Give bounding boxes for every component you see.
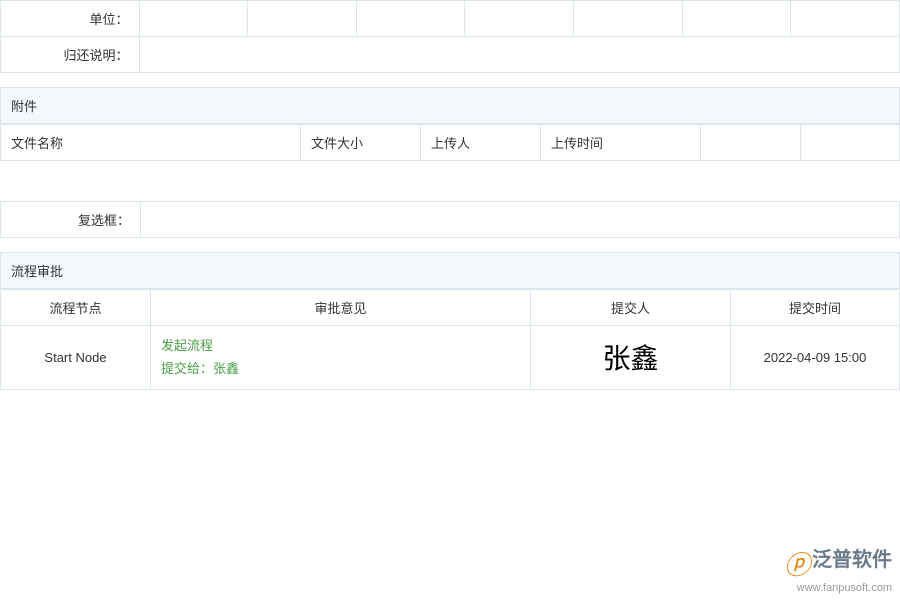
brand-text: 泛普软件 xyxy=(812,549,892,571)
gap xyxy=(0,238,900,252)
watermark-brand: ⓟ泛普软件 xyxy=(784,543,892,582)
approval-submit-to: 提交给：张鑫 xyxy=(161,357,520,380)
approval-title: 流程审批 xyxy=(0,252,900,289)
opinion-cell: 发起流程 提交给：张鑫 xyxy=(151,326,531,390)
unit-cell-4 xyxy=(465,1,574,37)
checkbox-label: 复选框： xyxy=(1,202,141,238)
checkbox-table: 复选框： xyxy=(0,201,900,238)
submit-time-value: 2022-04-09 15:00 xyxy=(731,326,900,390)
unit-cell-6 xyxy=(682,1,791,37)
unit-cell-7 xyxy=(791,1,900,37)
brand-icon: ⓟ xyxy=(784,545,810,582)
col-submit-time: 提交时间 xyxy=(731,290,900,326)
watermark: ⓟ泛普软件 www.fanpusoft.com xyxy=(784,543,892,594)
return-desc-value[interactable] xyxy=(139,37,899,73)
form-table: 单位： 归还说明： xyxy=(0,0,900,73)
col-submitter: 提交人 xyxy=(531,290,731,326)
submitter-cell: 张鑫 xyxy=(531,326,731,390)
col-action-2 xyxy=(800,125,900,161)
submit-to-label: 提交给： xyxy=(161,361,213,376)
approval-action: 发起流程 xyxy=(161,334,520,357)
col-action-1 xyxy=(701,125,801,161)
col-opinion: 审批意见 xyxy=(151,290,531,326)
table-row: Start Node 发起流程 提交给：张鑫 张鑫 2022-04-09 15:… xyxy=(1,326,900,390)
gap xyxy=(0,161,900,201)
col-size: 文件大小 xyxy=(301,125,421,161)
unit-cell-3 xyxy=(356,1,465,37)
unit-cell-2 xyxy=(248,1,357,37)
return-desc-label: 归还说明： xyxy=(1,37,140,73)
approval-table: 流程节点 审批意见 提交人 提交时间 Start Node 发起流程 提交给：张… xyxy=(0,289,900,390)
unit-cell-1 xyxy=(139,1,248,37)
attachments-table: 文件名称 文件大小 上传人 上传时间 xyxy=(0,124,900,161)
node-value: Start Node xyxy=(1,326,151,390)
attachments-title: 附件 xyxy=(0,87,900,124)
submit-to-name: 张鑫 xyxy=(213,361,239,376)
unit-cell-5 xyxy=(574,1,683,37)
unit-label: 单位： xyxy=(1,1,140,37)
col-filename: 文件名称 xyxy=(1,125,301,161)
checkbox-value[interactable] xyxy=(141,202,900,238)
col-node: 流程节点 xyxy=(1,290,151,326)
col-upload-time: 上传时间 xyxy=(541,125,701,161)
watermark-url: www.fanpusoft.com xyxy=(784,582,892,594)
gap xyxy=(0,73,900,87)
col-uploader: 上传人 xyxy=(421,125,541,161)
signature: 张鑫 xyxy=(602,344,658,375)
